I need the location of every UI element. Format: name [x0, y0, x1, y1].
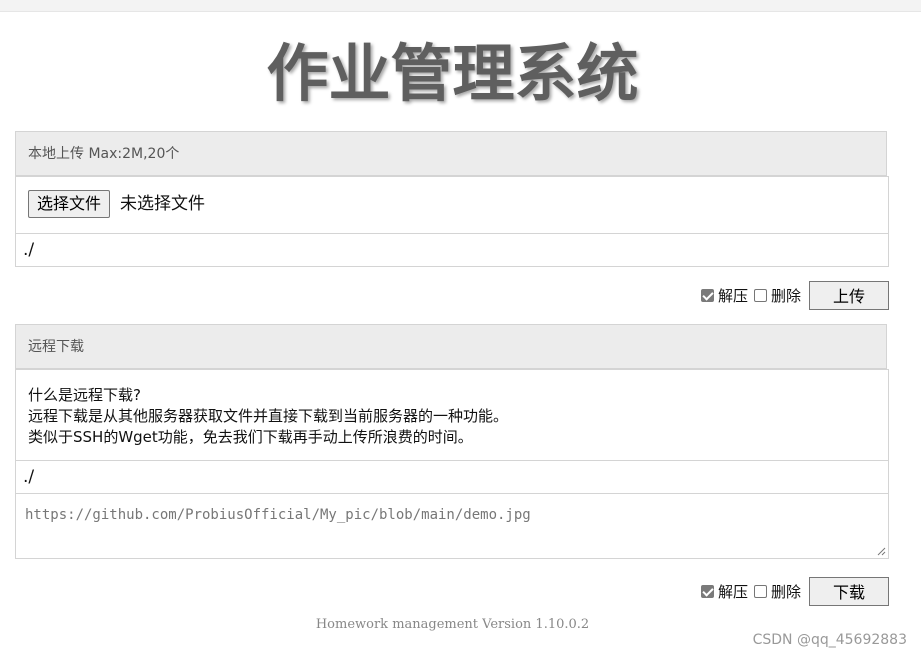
remote-download-header: 远程下载	[15, 324, 887, 369]
download-extract-label: 解压	[717, 582, 748, 601]
upload-extract-checkbox[interactable]: 解压	[700, 285, 748, 306]
download-options: 解压 删除 下载	[700, 576, 889, 606]
upload-delete-checkbox[interactable]: 删除	[753, 285, 801, 306]
download-delete-checkbox[interactable]: 删除	[753, 581, 801, 602]
download-url-textarea[interactable]: https://github.com/ProbiusOfficial/My_pi…	[15, 493, 889, 559]
description-line-1: 什么是远程下载?	[28, 386, 141, 404]
upload-delete-label: 删除	[770, 286, 801, 305]
upload-extract-label: 解压	[717, 286, 748, 305]
choose-file-button[interactable]: 选择文件	[28, 190, 111, 218]
download-button[interactable]: 下载	[809, 576, 889, 606]
upload-path-input[interactable]: ./	[15, 233, 889, 267]
download-delete-label: 删除	[770, 582, 801, 601]
remote-description: 什么是远程下载? 远程下载是从其他服务器获取文件并直接下载到当前服务器的一种功能…	[28, 385, 508, 448]
checkbox-checked-icon[interactable]	[700, 288, 714, 302]
checkbox-unchecked-icon[interactable]	[753, 584, 767, 598]
download-extract-checkbox[interactable]: 解压	[700, 581, 748, 602]
top-bar	[0, 0, 921, 12]
file-picker-box: 选择文件 未选择文件	[15, 176, 889, 234]
page-title: 作业管理系统	[266, 37, 639, 110]
file-status-text: 未选择文件	[120, 194, 205, 214]
checkbox-unchecked-icon[interactable]	[753, 288, 767, 302]
download-path-input[interactable]: ./	[15, 460, 889, 494]
upload-options: 解压 删除 上传	[700, 280, 889, 310]
upload-button[interactable]: 上传	[809, 280, 889, 310]
url-placeholder: https://github.com/ProbiusOfficial/My_pi…	[25, 507, 531, 523]
csdn-watermark: CSDN @qq_45692883	[752, 632, 907, 648]
description-line-3: 类似于SSH的Wget功能，免去我们下载再手动上传所浪费的时间。	[28, 428, 473, 446]
checkbox-checked-icon[interactable]	[700, 584, 714, 598]
resize-handle-icon[interactable]	[877, 547, 886, 556]
remote-description-box: 什么是远程下载? 远程下载是从其他服务器获取文件并直接下载到当前服务器的一种功能…	[15, 369, 889, 461]
description-line-2: 远程下载是从其他服务器获取文件并直接下载到当前服务器的一种功能。	[28, 407, 509, 425]
local-upload-header: 本地上传 Max:2M,20个	[15, 131, 887, 176]
footer-version: Homework management Version 1.10.0.2	[315, 617, 590, 632]
